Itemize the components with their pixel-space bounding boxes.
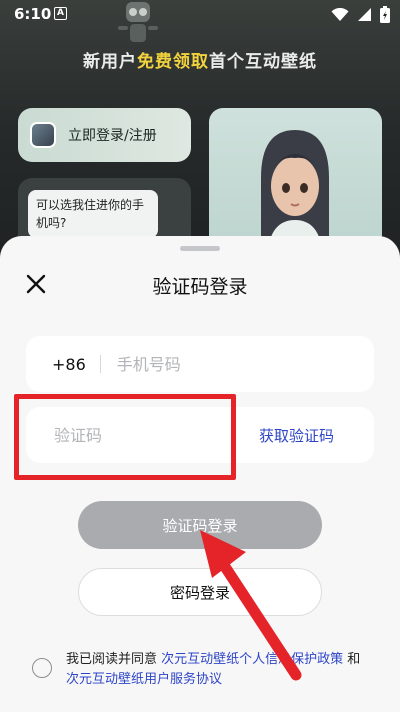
status-icons bbox=[331, 6, 390, 23]
country-code[interactable]: +86 bbox=[52, 355, 86, 374]
avatar bbox=[30, 122, 56, 148]
banner-highlight: 免费领取 bbox=[137, 52, 209, 72]
agreement-prefix: 我已阅读并同意 bbox=[66, 652, 162, 667]
password-login-button[interactable]: 密码登录 bbox=[78, 568, 322, 616]
promo-banner: 新用户免费领取首个互动壁纸 bbox=[0, 47, 400, 72]
login-register-card[interactable]: 立即登录/注册 bbox=[18, 108, 191, 162]
notification-icon: A bbox=[54, 7, 67, 20]
login-bottom-sheet: 验证码登录 +86 获取验证码 验证码登录 密码登录 我已阅读并同意 次元互动壁… bbox=[0, 236, 400, 712]
phone-input[interactable] bbox=[116, 354, 337, 374]
code-input[interactable] bbox=[54, 425, 234, 445]
wifi-icon bbox=[331, 7, 349, 21]
status-bar: 6:10 A bbox=[0, 0, 400, 28]
chat-bubble: 可以选我住进你的手机吗? bbox=[28, 190, 158, 238]
code-login-button[interactable]: 验证码登录 bbox=[78, 501, 322, 549]
banner-suffix: 首个互动壁纸 bbox=[209, 52, 317, 72]
agreement-checkbox[interactable] bbox=[32, 658, 52, 678]
signal-icon bbox=[358, 8, 371, 21]
status-time: 6:10 bbox=[14, 5, 52, 23]
field-divider bbox=[99, 355, 101, 373]
agreement-and: 和 bbox=[343, 652, 361, 667]
battery-icon bbox=[380, 6, 390, 23]
privacy-policy-link[interactable]: 次元互动壁纸个人信息保护政策 bbox=[161, 652, 343, 667]
close-icon[interactable] bbox=[24, 272, 48, 296]
banner-prefix: 新用户 bbox=[83, 52, 137, 72]
sheet-title: 验证码登录 bbox=[152, 276, 248, 298]
service-agreement-link[interactable]: 次元互动壁纸用户服务协议 bbox=[66, 672, 222, 687]
get-code-button[interactable]: 获取验证码 bbox=[259, 425, 334, 446]
verification-code-field[interactable]: 获取验证码 bbox=[26, 407, 374, 463]
sheet-drag-handle[interactable] bbox=[180, 246, 220, 251]
agreement-text: 我已阅读并同意 次元互动壁纸个人信息保护政策 和 次元互动壁纸用户服务协议 bbox=[66, 650, 372, 690]
phone-field[interactable]: +86 bbox=[26, 336, 374, 392]
login-register-label: 立即登录/注册 bbox=[68, 128, 157, 144]
